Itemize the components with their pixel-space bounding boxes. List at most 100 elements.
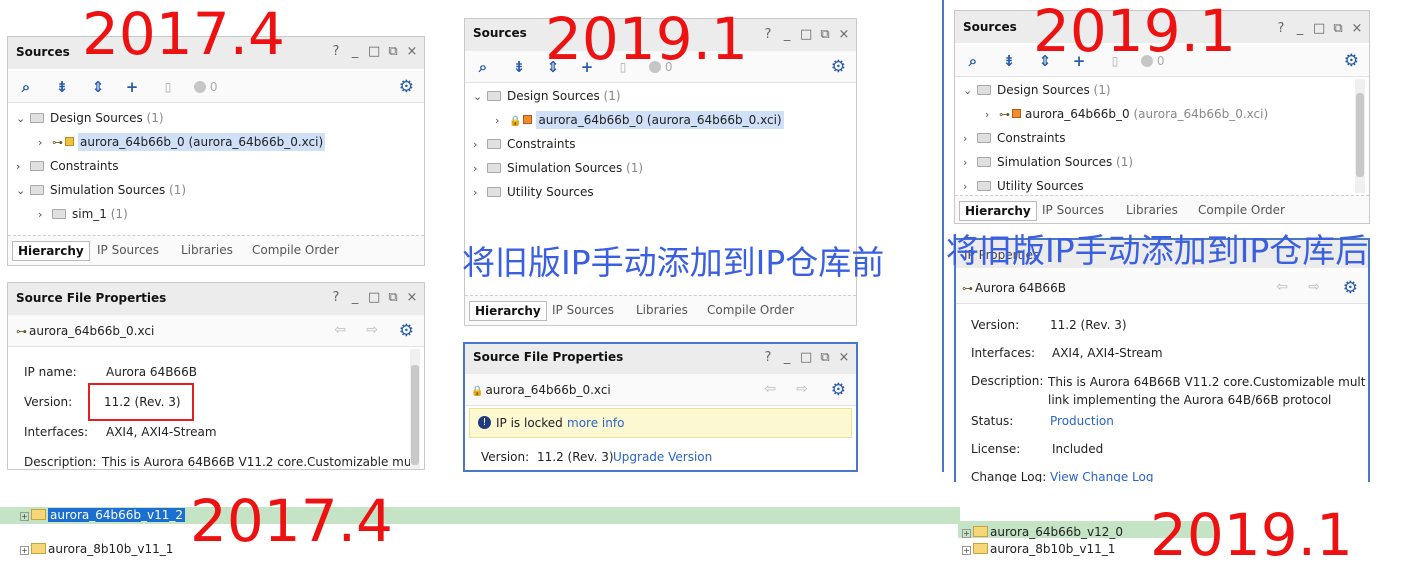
chevron-right-icon[interactable]: ›	[473, 158, 487, 180]
back-arrow-icon[interactable]: ⇦	[1276, 279, 1288, 295]
upgrade-version-link[interactable]: Upgrade Version	[613, 450, 712, 464]
tree-item-constraints[interactable]: › Constraints	[473, 133, 575, 155]
tree-item-sim-1[interactable]: › sim_1 (1)	[38, 203, 128, 225]
tab-compile-order[interactable]: Compile Order	[247, 241, 344, 261]
tree-item-constraints[interactable]: › Constraints	[16, 155, 118, 177]
maximize-icon[interactable]: □	[368, 44, 380, 60]
tab-compile-order[interactable]: Compile Order	[1193, 201, 1290, 221]
tree-item-utility-sources[interactable]: › Utility Sources	[963, 175, 1084, 193]
chevron-right-icon[interactable]: ›	[963, 176, 977, 193]
tab-ip-sources[interactable]: IP Sources	[547, 301, 619, 321]
tree-item-design-sources[interactable]: ⌄ Design Sources (1)	[963, 79, 1111, 101]
tab-ip-sources[interactable]: IP Sources	[1037, 201, 1109, 221]
help-icon[interactable]: ?	[762, 27, 774, 43]
collapse-all-icon[interactable]: ⇟	[509, 57, 529, 77]
expand-icon[interactable]: +	[962, 529, 971, 538]
tree-item-ip-file[interactable]: › 🔒 aurora_64b66b_0 (aurora_64b66b_0.xci)	[495, 109, 784, 131]
tree-item-utility-sources[interactable]: › Utility Sources	[473, 181, 594, 203]
close-icon[interactable]: ×	[1351, 21, 1363, 37]
help-icon[interactable]: ?	[762, 350, 774, 366]
more-info-link[interactable]: more info	[567, 416, 624, 430]
float-icon[interactable]: ⧉	[819, 350, 831, 366]
repo-item[interactable]: + aurora_64b66b_v12_0	[962, 523, 1123, 541]
chevron-down-icon[interactable]: ⌄	[16, 108, 30, 130]
repo-item[interactable]: + aurora_8b10b_v11_1	[20, 540, 173, 558]
search-icon[interactable]: ⌕	[963, 51, 983, 71]
close-icon[interactable]: ×	[406, 290, 418, 306]
collapse-all-icon[interactable]: ⇟	[52, 77, 72, 97]
close-icon[interactable]: ×	[406, 44, 418, 60]
tree-item-ip-file[interactable]: › ⊶ aurora_64b66b_0 (aurora_64b66b_0.xci)	[38, 131, 326, 154]
chevron-right-icon[interactable]: ›	[963, 152, 977, 174]
help-icon[interactable]: ?	[330, 290, 342, 306]
tree-item-design-sources[interactable]: ⌄ Design Sources (1)	[16, 107, 164, 129]
forward-arrow-icon[interactable]: ⇨	[366, 322, 378, 338]
expand-all-icon[interactable]: ⇕	[88, 77, 108, 97]
tab-libraries[interactable]: Libraries	[631, 301, 693, 321]
tree-item-ip-file[interactable]: › ⊶ aurora_64b66b_0 (aurora_64b66b_0.xci)	[985, 103, 1268, 125]
settings-gear-icon[interactable]: ⚙	[399, 321, 414, 341]
scrollbar[interactable]	[1355, 79, 1365, 193]
search-icon[interactable]: ⌕	[473, 57, 493, 77]
chevron-right-icon[interactable]: ›	[473, 182, 487, 204]
scroll-thumb[interactable]	[411, 365, 419, 465]
chevron-right-icon[interactable]: ›	[16, 156, 30, 178]
float-icon[interactable]: ⧉	[1332, 21, 1344, 37]
back-arrow-icon[interactable]: ⇦	[334, 322, 346, 338]
tree-item-constraints[interactable]: › Constraints	[963, 127, 1065, 149]
scrollbar[interactable]	[410, 349, 420, 469]
search-icon[interactable]: ⌕	[16, 77, 36, 97]
scroll-thumb[interactable]	[1356, 93, 1364, 177]
tree-item-simulation-sources[interactable]: ⌄ Simulation Sources (1)	[16, 179, 186, 201]
tree-item-simulation-sources[interactable]: › Simulation Sources (1)	[963, 151, 1133, 173]
chevron-right-icon[interactable]: ›	[473, 134, 487, 156]
forward-arrow-icon[interactable]: ⇨	[1308, 279, 1320, 295]
forward-arrow-icon[interactable]: ⇨	[796, 381, 808, 397]
repo-item[interactable]: + aurora_8b10b_v11_1	[962, 540, 1115, 558]
minimize-icon[interactable]: _	[781, 350, 793, 366]
settings-gear-icon[interactable]: ⚙	[831, 380, 846, 400]
maximize-icon[interactable]: □	[1313, 21, 1325, 37]
chevron-right-icon[interactable]: ›	[963, 128, 977, 150]
tab-libraries[interactable]: Libraries	[1121, 201, 1183, 221]
tab-ip-sources[interactable]: IP Sources	[92, 241, 164, 261]
help-icon[interactable]: ?	[1275, 21, 1287, 37]
tab-libraries[interactable]: Libraries	[176, 241, 238, 261]
view-change-log-link[interactable]: View Change Log	[1050, 470, 1153, 482]
chevron-right-icon[interactable]: ›	[495, 110, 509, 132]
chevron-right-icon[interactable]: ›	[38, 132, 52, 154]
expand-icon[interactable]: +	[20, 546, 29, 555]
chevron-right-icon[interactable]: ›	[985, 104, 999, 126]
chevron-right-icon[interactable]: ›	[38, 204, 52, 226]
add-icon[interactable]: +	[122, 77, 142, 97]
tab-hierarchy[interactable]: Hierarchy	[12, 241, 90, 261]
minimize-icon[interactable]: _	[349, 290, 361, 306]
tab-hierarchy[interactable]: Hierarchy	[959, 201, 1037, 221]
minimize-icon[interactable]: _	[1294, 21, 1306, 37]
chevron-down-icon[interactable]: ⌄	[473, 86, 487, 108]
float-icon[interactable]: ⧉	[387, 44, 399, 60]
tab-compile-order[interactable]: Compile Order	[702, 301, 799, 321]
close-icon[interactable]: ×	[838, 350, 850, 366]
settings-gear-icon[interactable]: ⚙	[1344, 51, 1359, 71]
expand-icon[interactable]: +	[962, 546, 971, 555]
repo-item[interactable]: + aurora_64b66b_v11_2	[20, 506, 186, 524]
tab-hierarchy[interactable]: Hierarchy	[469, 301, 547, 321]
maximize-icon[interactable]: □	[368, 290, 380, 306]
minimize-icon[interactable]: _	[349, 44, 361, 60]
settings-gear-icon[interactable]: ⚙	[1343, 278, 1358, 298]
settings-gear-icon[interactable]: ⚙	[399, 77, 414, 97]
chevron-down-icon[interactable]: ⌄	[963, 80, 977, 102]
tree-item-design-sources[interactable]: ⌄ Design Sources (1)	[473, 85, 621, 107]
tree-item-simulation-sources[interactable]: › Simulation Sources (1)	[473, 157, 643, 179]
back-arrow-icon[interactable]: ⇦	[764, 381, 776, 397]
collapse-all-icon[interactable]: ⇟	[999, 51, 1019, 71]
settings-gear-icon[interactable]: ⚙	[831, 57, 846, 77]
maximize-icon[interactable]: □	[800, 27, 812, 43]
chevron-down-icon[interactable]: ⌄	[16, 180, 30, 202]
float-icon[interactable]: ⧉	[819, 27, 831, 43]
unknown-file-icon[interactable]: ▯	[158, 77, 178, 97]
maximize-icon[interactable]: □	[800, 350, 812, 366]
minimize-icon[interactable]: _	[781, 27, 793, 43]
expand-icon[interactable]: +	[20, 512, 29, 521]
